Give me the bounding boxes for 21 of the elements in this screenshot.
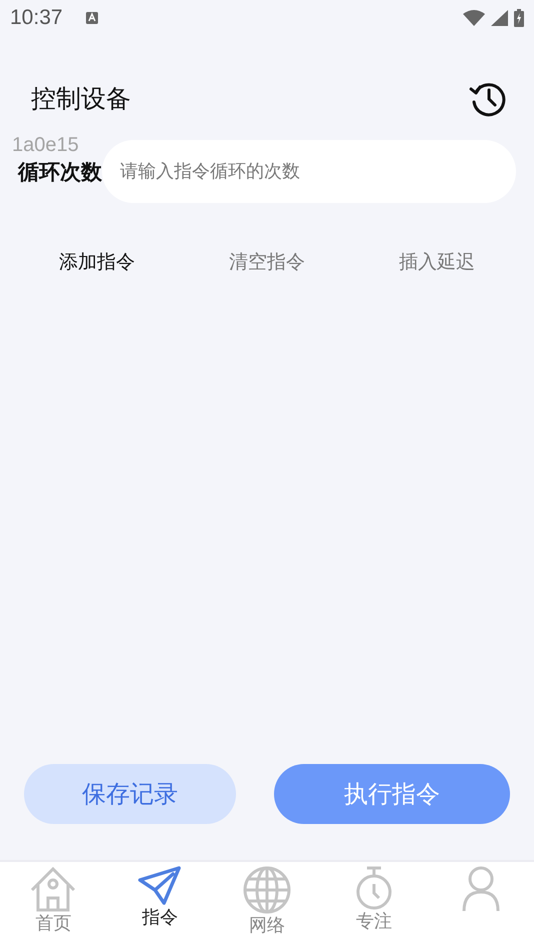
save-button[interactable]: 保存记录 xyxy=(24,764,236,824)
paper-plane-icon xyxy=(138,866,182,906)
status-time: 10:37 xyxy=(10,6,63,30)
nav-tab[interactable]: 专注 xyxy=(338,866,409,934)
page-title: 控制设备 xyxy=(31,82,131,114)
signal-icon xyxy=(491,10,508,26)
nav-tab[interactable]: 首页 xyxy=(18,866,88,936)
globe-icon xyxy=(242,866,291,914)
wifi-icon xyxy=(463,10,485,26)
house-icon xyxy=(29,866,78,912)
stopwatch-icon xyxy=(354,866,393,910)
battery-icon xyxy=(514,9,524,27)
person-icon xyxy=(460,866,501,912)
loop-count-label: 循环次数 xyxy=(18,158,102,186)
keyboard-notification-icon xyxy=(84,11,99,25)
nav-tab[interactable]: 指令 xyxy=(125,866,196,930)
nav-tab[interactable]: 网络 xyxy=(232,866,302,938)
command-action-link[interactable]: 添加指令 xyxy=(51,245,143,279)
debug-label: 1a0e15 xyxy=(12,134,79,157)
execute-button[interactable]: 执行指令 xyxy=(274,764,510,824)
loop-count-field[interactable]: 请输入指令循环的次数 xyxy=(102,140,516,203)
